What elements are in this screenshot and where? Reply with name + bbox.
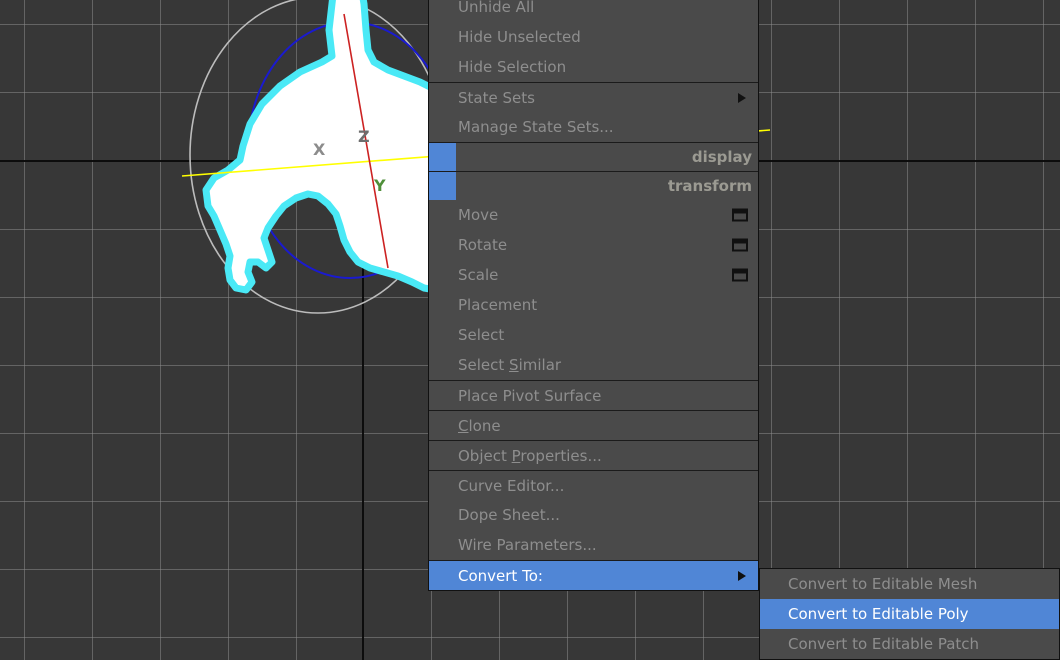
- menu-item-label: Rotate: [458, 236, 508, 254]
- quad-item-manage-state-sets[interactable]: Manage State Sets...: [429, 112, 758, 142]
- submenu-item-convert-to-editable-mesh[interactable]: Convert to Editable Mesh: [760, 569, 1059, 599]
- quad-header-label: transform: [667, 177, 752, 195]
- menu-item-label: Placement: [458, 296, 538, 314]
- dialog-settings-icon[interactable]: [732, 238, 748, 252]
- quad-item-scale[interactable]: Scale: [429, 260, 758, 290]
- grid-line-vertical: [92, 0, 93, 660]
- grid-line-vertical: [296, 0, 297, 660]
- quad-item-wire-parameters[interactable]: Wire Parameters...: [429, 530, 758, 560]
- menu-item-label: Dope Sheet...: [458, 506, 560, 524]
- menu-item-label: Clone: [458, 417, 501, 435]
- menu-item-label: Convert To:: [458, 567, 543, 585]
- quad-item-hide-selection[interactable]: Hide Selection: [429, 52, 758, 82]
- dialog-settings-icon[interactable]: [732, 208, 748, 222]
- gizmo-label-x: X: [313, 140, 326, 159]
- menu-item-label: Hide Unselected: [458, 28, 581, 46]
- quad-menu-header-transform[interactable]: transform: [429, 171, 758, 200]
- submenu-item-convert-to-editable-patch[interactable]: Convert to Editable Patch: [760, 629, 1059, 659]
- quad-item-place-pivot-surface[interactable]: Place Pivot Surface: [429, 380, 758, 410]
- quad-menu[interactable]: Unhide All Hide Unselected Hide Selection S…: [428, 0, 759, 591]
- submenu-arrow-icon: [738, 92, 746, 103]
- menu-item-label: State Sets: [458, 89, 535, 107]
- quad-menu-display-items: Unhide All Hide Unselected Hide Selection S…: [429, 0, 758, 142]
- menu-item-label: Hide Selection: [458, 58, 567, 76]
- quad-item-move[interactable]: Move: [429, 200, 758, 230]
- submenu-item-convert-to-editable-poly[interactable]: Convert to Editable Poly: [760, 599, 1059, 629]
- quad-header-label: display: [691, 148, 752, 166]
- grid-line-vertical: [771, 0, 772, 660]
- submenu-item-label: Convert to Editable Mesh: [788, 575, 978, 593]
- quad-item-select-similar[interactable]: Select Similar: [429, 350, 758, 380]
- quad-item-hide-unselected[interactable]: Hide Unselected: [429, 22, 758, 52]
- menu-item-label: Curve Editor...: [458, 477, 565, 495]
- gizmo-label-y: Y: [374, 176, 386, 195]
- dialog-settings-icon[interactable]: [732, 268, 748, 282]
- grid-line-vertical: [907, 0, 908, 660]
- grid-line-vertical: [1043, 0, 1044, 660]
- menu-item-label: Move: [458, 206, 499, 224]
- menu-item-label: Select: [458, 326, 505, 344]
- quad-item-placement[interactable]: Placement: [429, 290, 758, 320]
- quad-item-clone[interactable]: Clone: [429, 410, 758, 440]
- quad-item-curve-editor[interactable]: Curve Editor...: [429, 470, 758, 500]
- quad-color-swatch: [429, 143, 456, 171]
- grid-line-vertical: [975, 0, 976, 660]
- menu-item-label: Scale: [458, 266, 499, 284]
- quad-menu-transform-items: Move Rotate Scale Placement Select Select Sim…: [429, 200, 758, 590]
- submenu-item-label: Convert to Editable Patch: [788, 635, 980, 653]
- quad-menu-header-display[interactable]: display: [429, 142, 758, 171]
- grid-line-vertical: [839, 0, 840, 660]
- menu-item-label: Wire Parameters...: [458, 536, 597, 554]
- quad-item-object-properties[interactable]: Object Properties...: [429, 440, 758, 470]
- quad-item-rotate[interactable]: Rotate: [429, 230, 758, 260]
- menu-item-label: Manage State Sets...: [458, 118, 614, 136]
- menu-item-label: Place Pivot Surface: [458, 387, 602, 405]
- submenu-item-label: Convert to Editable Poly: [788, 605, 969, 623]
- max-viewport-screen: X Z Y Unhide All Hide Unselected Hide Sele…: [0, 0, 1060, 660]
- convert-to-submenu[interactable]: Convert to Editable Mesh Convert to Edita…: [759, 568, 1060, 660]
- gizmo-inner-circle: [247, 21, 453, 279]
- gizmo-label-z: Z: [358, 127, 370, 146]
- grid-line-vertical: [160, 0, 161, 660]
- menu-item-label: Unhide All: [458, 0, 535, 16]
- quad-item-unhide-all[interactable]: Unhide All: [429, 0, 758, 22]
- quad-item-dope-sheet[interactable]: Dope Sheet...: [429, 500, 758, 530]
- quad-item-state-sets[interactable]: State Sets: [429, 82, 758, 112]
- menu-item-label: Object Properties...: [458, 447, 602, 465]
- grid-axis-vertical: [362, 0, 364, 660]
- menu-item-label: Select Similar: [458, 356, 562, 374]
- grid-line-vertical: [228, 0, 229, 660]
- quad-item-convert-to[interactable]: Convert To:: [429, 560, 758, 590]
- grid-line-vertical: [24, 0, 25, 660]
- quad-item-select[interactable]: Select: [429, 320, 758, 350]
- quad-color-swatch: [429, 172, 456, 200]
- submenu-arrow-icon: [738, 570, 746, 581]
